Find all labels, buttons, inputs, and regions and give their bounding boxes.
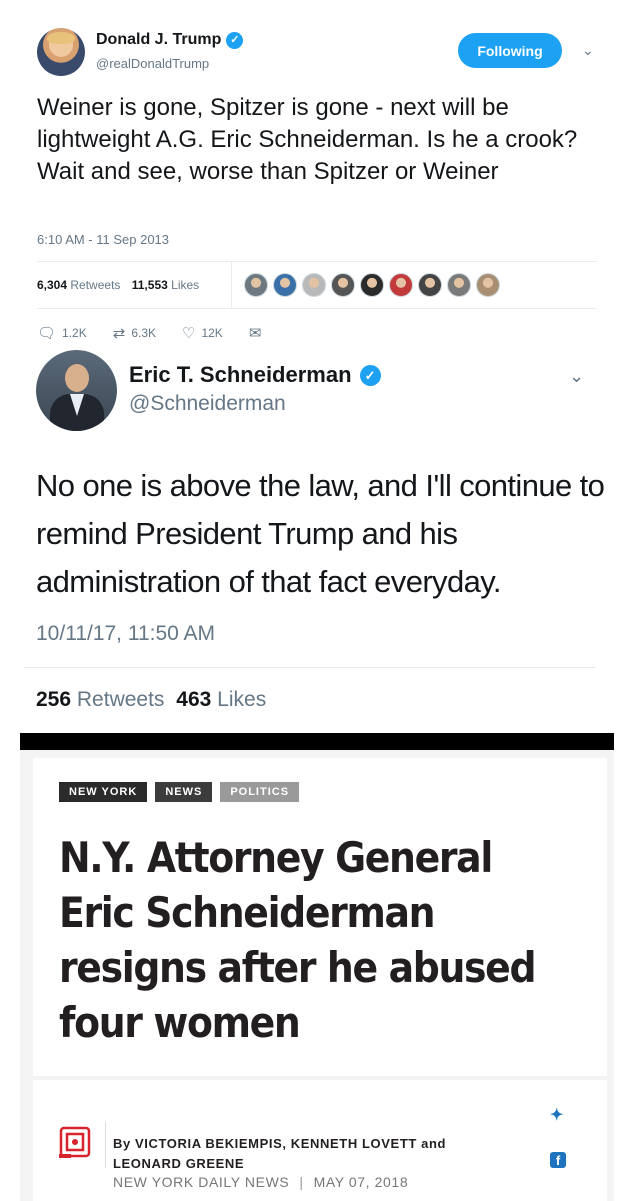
liker-avatar[interactable] bbox=[244, 273, 268, 297]
daily-news-logo bbox=[59, 1126, 91, 1158]
liker-avatar[interactable] bbox=[360, 273, 384, 297]
liker-avatar[interactable] bbox=[331, 273, 355, 297]
publication-name: NEW YORK DAILY NEWS bbox=[113, 1174, 290, 1190]
tweet-timestamp[interactable]: 6:10 AM - 11 Sep 2013 bbox=[37, 232, 169, 247]
publish-date: MAY 07, 2018 bbox=[313, 1174, 409, 1190]
divider bbox=[37, 308, 597, 309]
liker-avatar[interactable] bbox=[418, 273, 442, 297]
liker-avatar[interactable] bbox=[389, 273, 413, 297]
author-name-text[interactable]: Eric T. Schneiderman bbox=[129, 362, 352, 388]
liker-avatars bbox=[244, 273, 500, 297]
liker-avatar[interactable] bbox=[476, 273, 500, 297]
likes-count[interactable]: 463 bbox=[176, 688, 211, 711]
retweets-count[interactable]: 6,304 bbox=[37, 278, 67, 292]
author-name[interactable]: Eric T. Schneiderman ✓ bbox=[129, 362, 381, 388]
headline-card: NEW YORK NEWS POLITICS N.Y. Attorney Gen… bbox=[33, 758, 607, 1076]
article-headline: N.Y. Attorney General Eric Schneiderman … bbox=[59, 833, 537, 1047]
dm-button[interactable]: ✉ bbox=[249, 324, 262, 342]
engagement-stats: 6,304 Retweets 11,553 Likes bbox=[37, 278, 199, 292]
chevron-down-icon[interactable]: ⌄ bbox=[569, 366, 584, 387]
article-byline: By VICTORIA BEKIEMPIS, KENNETH LOVETT an… bbox=[113, 1136, 447, 1171]
reply-button[interactable]: 🗨 1.2K bbox=[37, 324, 87, 342]
news-article: NEW YORK NEWS POLITICS N.Y. Attorney Gen… bbox=[20, 750, 614, 1201]
author-handle[interactable]: @Schneiderman bbox=[129, 392, 286, 416]
likes-label[interactable]: Likes bbox=[217, 688, 266, 711]
logo-separator bbox=[105, 1122, 106, 1168]
dm-icon: ✉ bbox=[248, 325, 262, 342]
verified-badge-icon: ✓ bbox=[226, 31, 244, 49]
divider bbox=[37, 261, 597, 262]
likes-label[interactable]: Likes bbox=[171, 278, 199, 292]
reply-icon: 🗨 bbox=[37, 325, 57, 342]
tweet-text: Weiner is gone, Spitzer is gone - next w… bbox=[37, 94, 578, 185]
facebook-share-icon[interactable]: f bbox=[550, 1152, 566, 1168]
retweets-label[interactable]: Retweets bbox=[70, 278, 120, 292]
retweet-count: 6.3K bbox=[131, 326, 156, 340]
byline-card: By VICTORIA BEKIEMPIS, KENNETH LOVETT an… bbox=[33, 1080, 607, 1201]
divider bbox=[24, 667, 596, 668]
likes-count[interactable]: 11,553 bbox=[132, 278, 168, 292]
retweets-label[interactable]: Retweets bbox=[77, 688, 165, 711]
tweet-text: No one is above the law, and I'll contin… bbox=[36, 468, 605, 599]
tweet-actions: 🗨 1.2K ⇄ 6.3K ♡ 12K ✉ bbox=[37, 324, 287, 342]
twitter-share-icon[interactable]: ✦ bbox=[550, 1105, 563, 1125]
article-source-line: NEW YORK DAILY NEWS | MAY 07, 2018 bbox=[113, 1174, 409, 1190]
section-tags: NEW YORK NEWS POLITICS bbox=[59, 782, 300, 802]
author-name-text[interactable]: Donald J. Trump bbox=[96, 31, 221, 49]
retweet-button[interactable]: ⇄ 6.3K bbox=[113, 324, 156, 342]
tweet-timestamp[interactable]: 10/11/17, 11:50 AM bbox=[36, 622, 215, 646]
like-count: 12K bbox=[201, 326, 223, 340]
tag-politics[interactable]: POLITICS bbox=[220, 782, 300, 802]
retweet-icon: ⇄ bbox=[112, 325, 126, 342]
tweet-trump: Donald J. Trump ✓ @realDonaldTrump Follo… bbox=[0, 0, 632, 350]
like-icon: ♡ bbox=[182, 325, 196, 342]
reply-count: 1.2K bbox=[62, 326, 87, 340]
retweets-count[interactable]: 256 bbox=[36, 688, 71, 711]
liker-avatar[interactable] bbox=[273, 273, 297, 297]
stats-separator bbox=[231, 262, 232, 308]
tag-new-york[interactable]: NEW YORK bbox=[59, 782, 148, 802]
engagement-stats: 256 Retweets 463 Likes bbox=[36, 688, 266, 712]
verified-badge-icon: ✓ bbox=[359, 364, 381, 386]
tag-news[interactable]: NEWS bbox=[155, 782, 213, 802]
author-handle[interactable]: @realDonaldTrump bbox=[96, 56, 209, 71]
following-button[interactable]: Following bbox=[458, 33, 562, 68]
chevron-down-icon[interactable]: ⌄ bbox=[582, 42, 594, 59]
liker-avatar[interactable] bbox=[302, 273, 326, 297]
author-name[interactable]: Donald J. Trump ✓ bbox=[96, 31, 244, 49]
avatar[interactable] bbox=[36, 350, 117, 431]
separator-bar bbox=[20, 733, 614, 750]
liker-avatar[interactable] bbox=[447, 273, 471, 297]
avatar[interactable] bbox=[37, 28, 85, 76]
like-button[interactable]: ♡ 12K bbox=[182, 324, 223, 342]
